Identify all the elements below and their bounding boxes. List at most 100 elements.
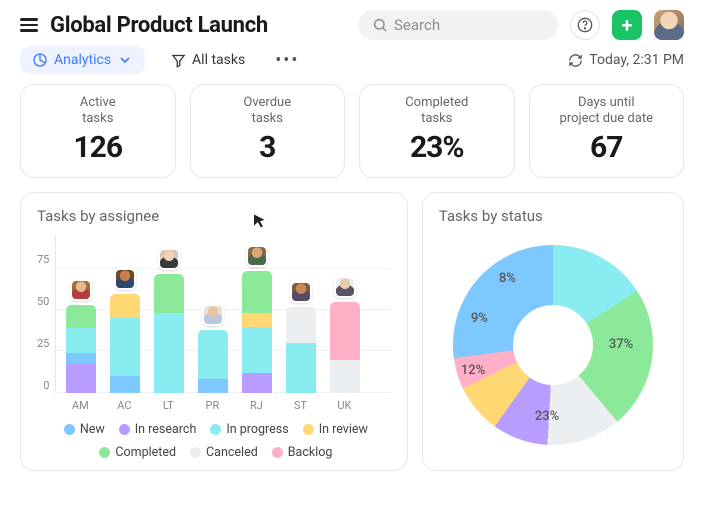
- legend-item[interactable]: In review: [303, 422, 368, 437]
- legend-label: Completed: [115, 445, 176, 460]
- tasks-by-assignee-card: Tasks by assignee 7550250 ? AMACLTPRRJST…: [20, 192, 408, 471]
- donut-slice-label: 8%: [499, 271, 516, 286]
- x-label: ST: [285, 399, 315, 412]
- analytics-dropdown[interactable]: Analytics: [20, 46, 145, 74]
- bar-segment: [66, 363, 96, 393]
- legend-swatch: [272, 447, 283, 458]
- x-label: RJ: [241, 399, 271, 412]
- add-button[interactable]: +: [612, 10, 642, 40]
- bar-column[interactable]: [66, 305, 96, 392]
- stat-card[interactable]: Days until project due date67: [529, 84, 685, 178]
- legend-label: Canceled: [206, 445, 258, 460]
- stat-value: 23%: [370, 130, 504, 165]
- assignee-avatar: [202, 304, 224, 326]
- x-label: LT: [153, 399, 183, 412]
- bar-segment: [242, 271, 272, 314]
- y-tick: 50: [37, 295, 49, 308]
- assignee-avatar: [114, 268, 136, 290]
- bar-column[interactable]: ?: [330, 302, 360, 393]
- stat-card[interactable]: Overdue tasks3: [190, 84, 346, 178]
- bar-column[interactable]: [154, 274, 184, 393]
- bar-segment: [242, 313, 272, 326]
- legend-item[interactable]: In progress: [210, 422, 288, 437]
- legend-swatch: [64, 424, 75, 435]
- filter-tasks[interactable]: All tasks: [159, 46, 257, 74]
- filter-icon: [171, 53, 186, 68]
- search-input[interactable]: Search: [358, 10, 558, 40]
- legend-item[interactable]: Backlog: [272, 445, 333, 460]
- bar-segment: [242, 373, 272, 393]
- bar-segment: [110, 294, 140, 319]
- search-placeholder: Search: [394, 16, 440, 34]
- tasks-by-status-card: Tasks by status 37% 23% 12% 9% 8%: [422, 192, 684, 471]
- legend-label: Backlog: [288, 445, 333, 460]
- pie-icon: [32, 52, 48, 68]
- legend-item[interactable]: In research: [119, 422, 197, 437]
- y-tick: 0: [37, 379, 49, 392]
- bar-segment: [330, 302, 360, 360]
- legend-swatch: [303, 424, 314, 435]
- bar-segment: [110, 318, 140, 376]
- chart-title-status: Tasks by status: [439, 207, 667, 225]
- stat-value: 126: [31, 130, 165, 165]
- bar-segment: [242, 327, 272, 373]
- legend-swatch: [99, 447, 110, 458]
- refresh-label: Today, 2:31 PM: [589, 52, 684, 68]
- x-label: AM: [65, 399, 95, 412]
- stat-card[interactable]: Active tasks126: [20, 84, 176, 178]
- stat-value: 3: [201, 130, 335, 165]
- stat-value: 67: [540, 130, 674, 165]
- legend-item[interactable]: Completed: [99, 445, 176, 460]
- assignee-avatar: [290, 281, 312, 303]
- bar-column[interactable]: [198, 330, 228, 393]
- bar-segment: [198, 379, 228, 392]
- donut-slice-label: 12%: [461, 363, 485, 378]
- legend-swatch: [210, 424, 221, 435]
- refresh-icon: [568, 53, 583, 68]
- bar-column[interactable]: [286, 307, 316, 393]
- legend-item[interactable]: Canceled: [190, 445, 258, 460]
- bar-segment: [286, 307, 316, 343]
- assignee-avatar: ?: [334, 276, 356, 298]
- donut-slice-label: 23%: [535, 409, 559, 424]
- user-avatar[interactable]: [654, 10, 684, 40]
- legend-label: In review: [319, 422, 368, 437]
- page-title: Global Product Launch: [50, 13, 268, 38]
- legend-item[interactable]: New: [64, 422, 105, 437]
- assignee-avatar: [158, 248, 180, 270]
- help-button[interactable]: [570, 10, 600, 40]
- search-icon: [372, 17, 388, 33]
- legend-swatch: [119, 424, 130, 435]
- plus-icon: +: [622, 13, 633, 37]
- analytics-label: Analytics: [54, 52, 111, 68]
- donut-slice-label: 37%: [609, 337, 633, 352]
- bar-segment: [110, 376, 140, 392]
- legend-label: In progress: [226, 422, 288, 437]
- x-label: UK: [329, 399, 359, 412]
- bar-column[interactable]: [242, 271, 272, 393]
- legend-swatch: [190, 447, 201, 458]
- assignee-avatar: [70, 279, 92, 301]
- bar-segment: [154, 274, 184, 314]
- bar-segment: [198, 330, 228, 379]
- donut-slice-label: 9%: [471, 311, 488, 326]
- stat-label: Days until project due date: [540, 95, 674, 128]
- x-label: PR: [197, 399, 227, 412]
- stat-card[interactable]: Completed tasks23%: [359, 84, 515, 178]
- y-tick: 75: [37, 253, 49, 266]
- chart-title-assignee: Tasks by assignee: [37, 207, 391, 225]
- legend-label: In research: [135, 422, 197, 437]
- stat-label: Active tasks: [31, 95, 165, 128]
- bar-segment: [154, 313, 184, 392]
- bar-segment: [66, 328, 96, 353]
- bar-column[interactable]: [110, 294, 140, 393]
- more-menu[interactable]: •••: [271, 50, 303, 71]
- stat-label: Completed tasks: [370, 95, 504, 128]
- bar-segment: [330, 360, 360, 393]
- x-label: AC: [109, 399, 139, 412]
- refresh-timestamp[interactable]: Today, 2:31 PM: [568, 52, 684, 68]
- menu-icon[interactable]: [20, 18, 38, 32]
- assignee-avatar: [246, 245, 268, 267]
- filter-label: All tasks: [192, 52, 245, 68]
- stat-label: Overdue tasks: [201, 95, 335, 128]
